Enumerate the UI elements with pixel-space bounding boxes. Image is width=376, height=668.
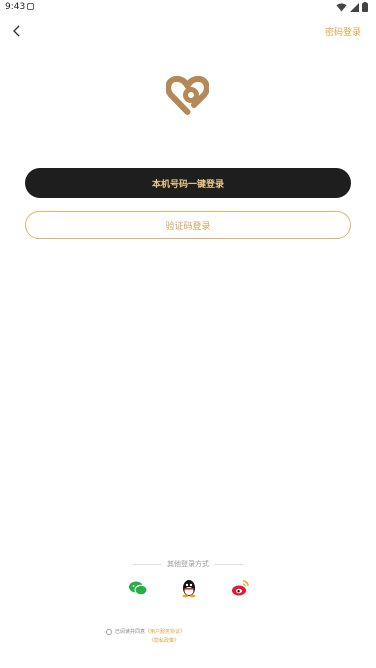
weibo-icon[interactable]	[230, 578, 250, 598]
status-icons	[336, 2, 368, 12]
wechat-icon[interactable]	[128, 578, 148, 598]
other-login-label: 其他登录方式	[167, 560, 209, 568]
one-click-login-button[interactable]: 本机号码一键登录	[25, 168, 351, 198]
password-login-link[interactable]: 密码登录	[325, 25, 361, 38]
notification-icon	[27, 3, 34, 10]
sms-code-login-button[interactable]: 验证码登录	[25, 211, 351, 239]
privacy-policy-link[interactable]: 《隐私政策》	[149, 637, 179, 644]
qq-icon[interactable]	[179, 578, 199, 598]
agreement-text: 已阅读并同意《用户服务协议》	[106, 628, 266, 636]
other-login-divider: 其他登录方式	[128, 558, 248, 570]
battery-icon	[362, 2, 368, 12]
wifi-icon	[336, 2, 347, 11]
status-time: 9:43	[5, 2, 26, 12]
agreement-prefix: 已阅读并同意	[115, 629, 146, 635]
heart-logo-icon	[166, 75, 209, 115]
divider-line	[215, 563, 243, 565]
signal-icon	[350, 2, 359, 12]
divider-line	[133, 563, 161, 565]
status-bar: 9:43	[0, 0, 376, 16]
chevron-left-icon[interactable]	[10, 23, 24, 39]
agreement-checkbox[interactable]	[106, 628, 112, 635]
user-agreement-link[interactable]: 《用户服务协议》	[145, 629, 185, 635]
